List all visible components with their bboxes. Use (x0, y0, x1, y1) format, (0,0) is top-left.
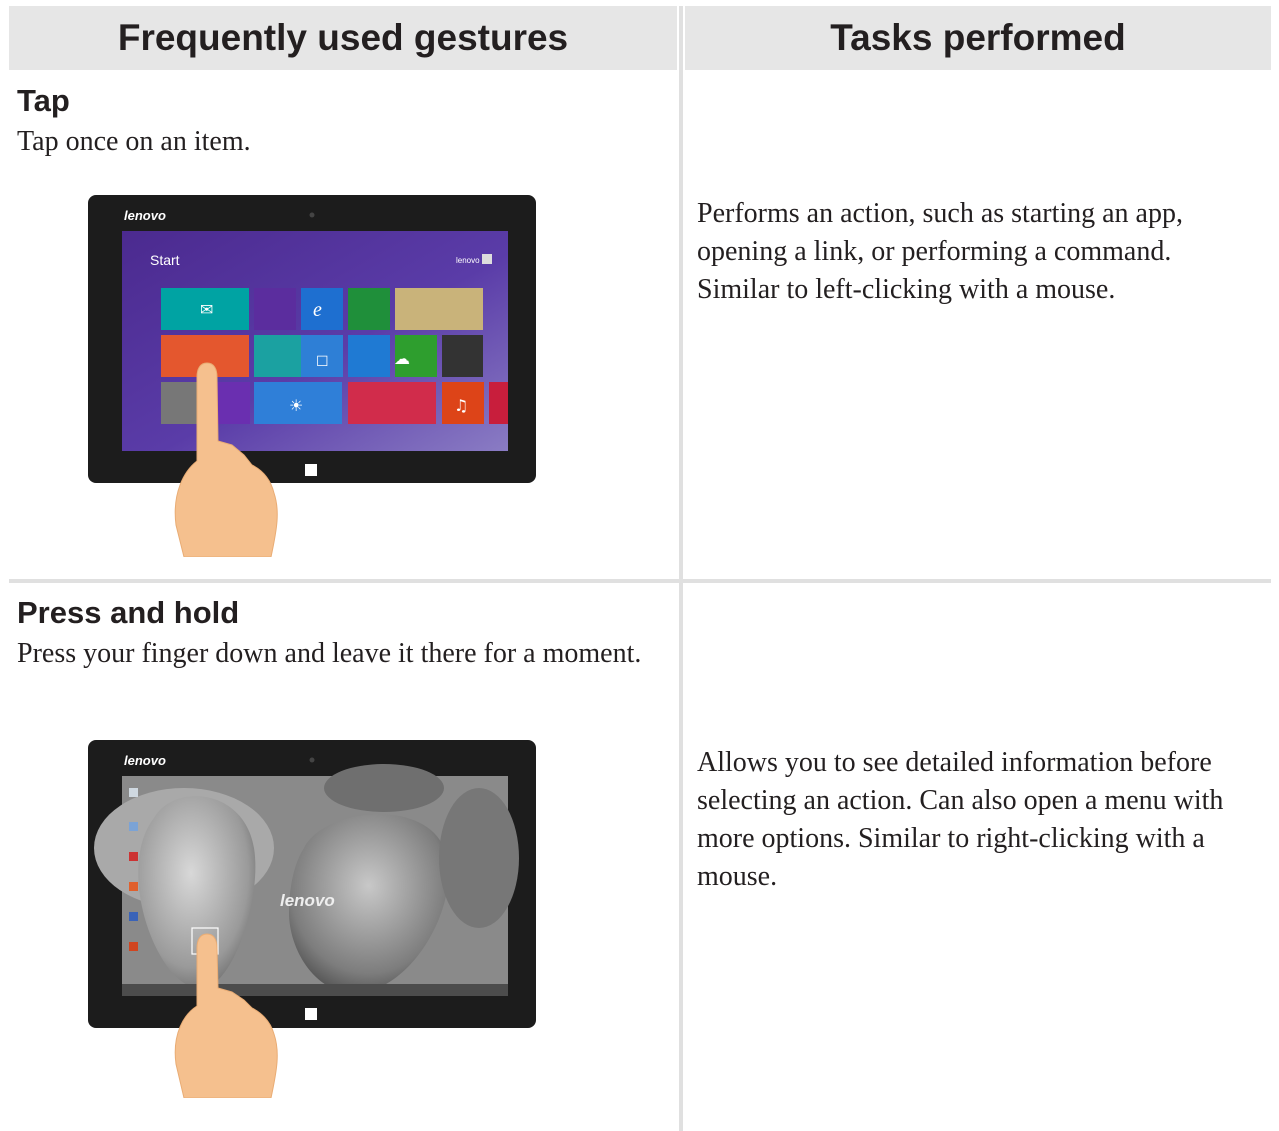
windows-icon (305, 1008, 317, 1020)
brand-logo: lenovo (124, 753, 166, 768)
svg-text:e: e (313, 299, 322, 321)
gesture-instruction-tap: Tap once on an item. (17, 126, 251, 157)
svg-text:☀: ☀ (289, 396, 303, 415)
tablet-desktop-illustration: lenovo lenovo (88, 740, 536, 1098)
task-description-press-and-hold: Allows you to see detailed information b… (697, 747, 1224, 892)
svg-text:☐: ☐ (316, 354, 329, 370)
task-description-tap: Performs an action, such as starting an … (697, 198, 1183, 305)
tablet-start-screen-illustration: lenovo Start lenovo ✉ ☐ e ☁ ☀ ♫ (88, 195, 536, 557)
camera-icon (309, 757, 315, 763)
svg-text:☁: ☁ (394, 349, 410, 368)
store-icon (348, 288, 390, 330)
windows-icon (305, 464, 317, 476)
calendar-icon (254, 288, 296, 330)
wallpaper-logo: lenovo (280, 891, 335, 910)
header-gestures: Frequently used gestures (9, 6, 677, 70)
user-name: lenovo (456, 256, 480, 265)
header-tasks: Tasks performed (685, 6, 1271, 70)
column-divider (679, 6, 683, 1131)
user-avatar-icon (482, 254, 492, 264)
taskbar (122, 984, 508, 996)
skydrive-icon (348, 335, 390, 377)
gesture-title-press-and-hold: Press and hold (17, 595, 240, 630)
ie-icon (301, 288, 343, 330)
brand-logo: lenovo (124, 208, 166, 223)
row-divider (9, 579, 1271, 583)
start-title: Start (150, 252, 180, 268)
gesture-table: Frequently used gestures Tasks performed… (9, 6, 1271, 1131)
gesture-title-tap: Tap (17, 83, 70, 118)
gesture-instruction-press-and-hold: Press your finger down and leave it ther… (17, 638, 642, 669)
svg-text:♫: ♫ (454, 396, 468, 415)
camera-icon (309, 212, 315, 218)
svg-text:✉: ✉ (200, 300, 213, 319)
news-icon (348, 382, 436, 424)
